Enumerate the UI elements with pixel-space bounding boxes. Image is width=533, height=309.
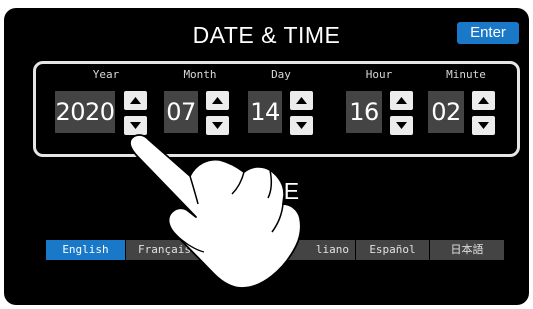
pointing-hand-icon <box>129 134 302 289</box>
